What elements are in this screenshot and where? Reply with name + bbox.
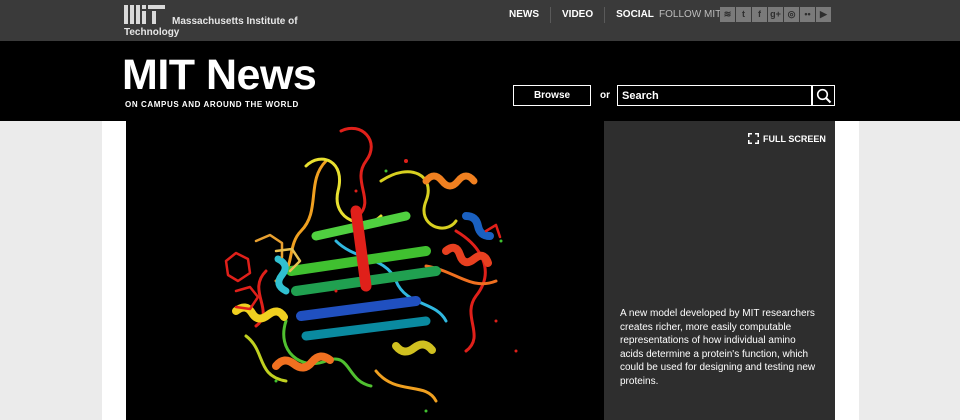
mit-logo[interactable]	[124, 5, 165, 24]
or-label: or	[600, 90, 610, 101]
facebook-icon[interactable]: f	[752, 7, 767, 22]
twitter-icon[interactable]: t	[736, 7, 751, 22]
follow-mit-label: FOLLOW MIT	[659, 9, 722, 20]
youtube-icon[interactable]: ▶	[816, 7, 831, 22]
site-tagline: ON CAMPUS AND AROUND THE WORLD	[125, 100, 299, 109]
feature-image[interactable]	[126, 121, 604, 420]
flickr-icon[interactable]: ••	[800, 7, 815, 22]
site-title[interactable]: MIT News	[122, 51, 317, 99]
institute-name: Massachusetts Institute of	[172, 16, 298, 27]
search-input[interactable]	[617, 85, 812, 106]
nav-video[interactable]: VIDEO	[551, 7, 606, 23]
instagram-icon[interactable]: ◎	[784, 7, 799, 22]
google-plus-icon[interactable]: g+	[768, 7, 783, 22]
expand-icon	[748, 133, 759, 144]
top-nav: NEWS VIDEO SOCIAL	[498, 0, 665, 30]
rss-icon[interactable]: ≋	[720, 7, 735, 22]
institute-name-technology: Technology	[124, 27, 180, 38]
social-icons: ≋ t f g+ ◎ •• ▶	[720, 7, 831, 22]
nav-news[interactable]: NEWS	[498, 7, 551, 23]
search-button[interactable]	[812, 85, 835, 106]
full-screen-button[interactable]: FULL SCREEN	[748, 133, 826, 144]
full-screen-label: FULL SCREEN	[763, 133, 826, 144]
image-caption: A new model developed by MIT researchers…	[620, 308, 816, 387]
search-icon	[816, 88, 831, 103]
nav-social[interactable]: SOCIAL	[605, 7, 665, 23]
protein-ribbon-structure	[224, 126, 518, 413]
browse-button[interactable]: Browse	[513, 85, 591, 106]
